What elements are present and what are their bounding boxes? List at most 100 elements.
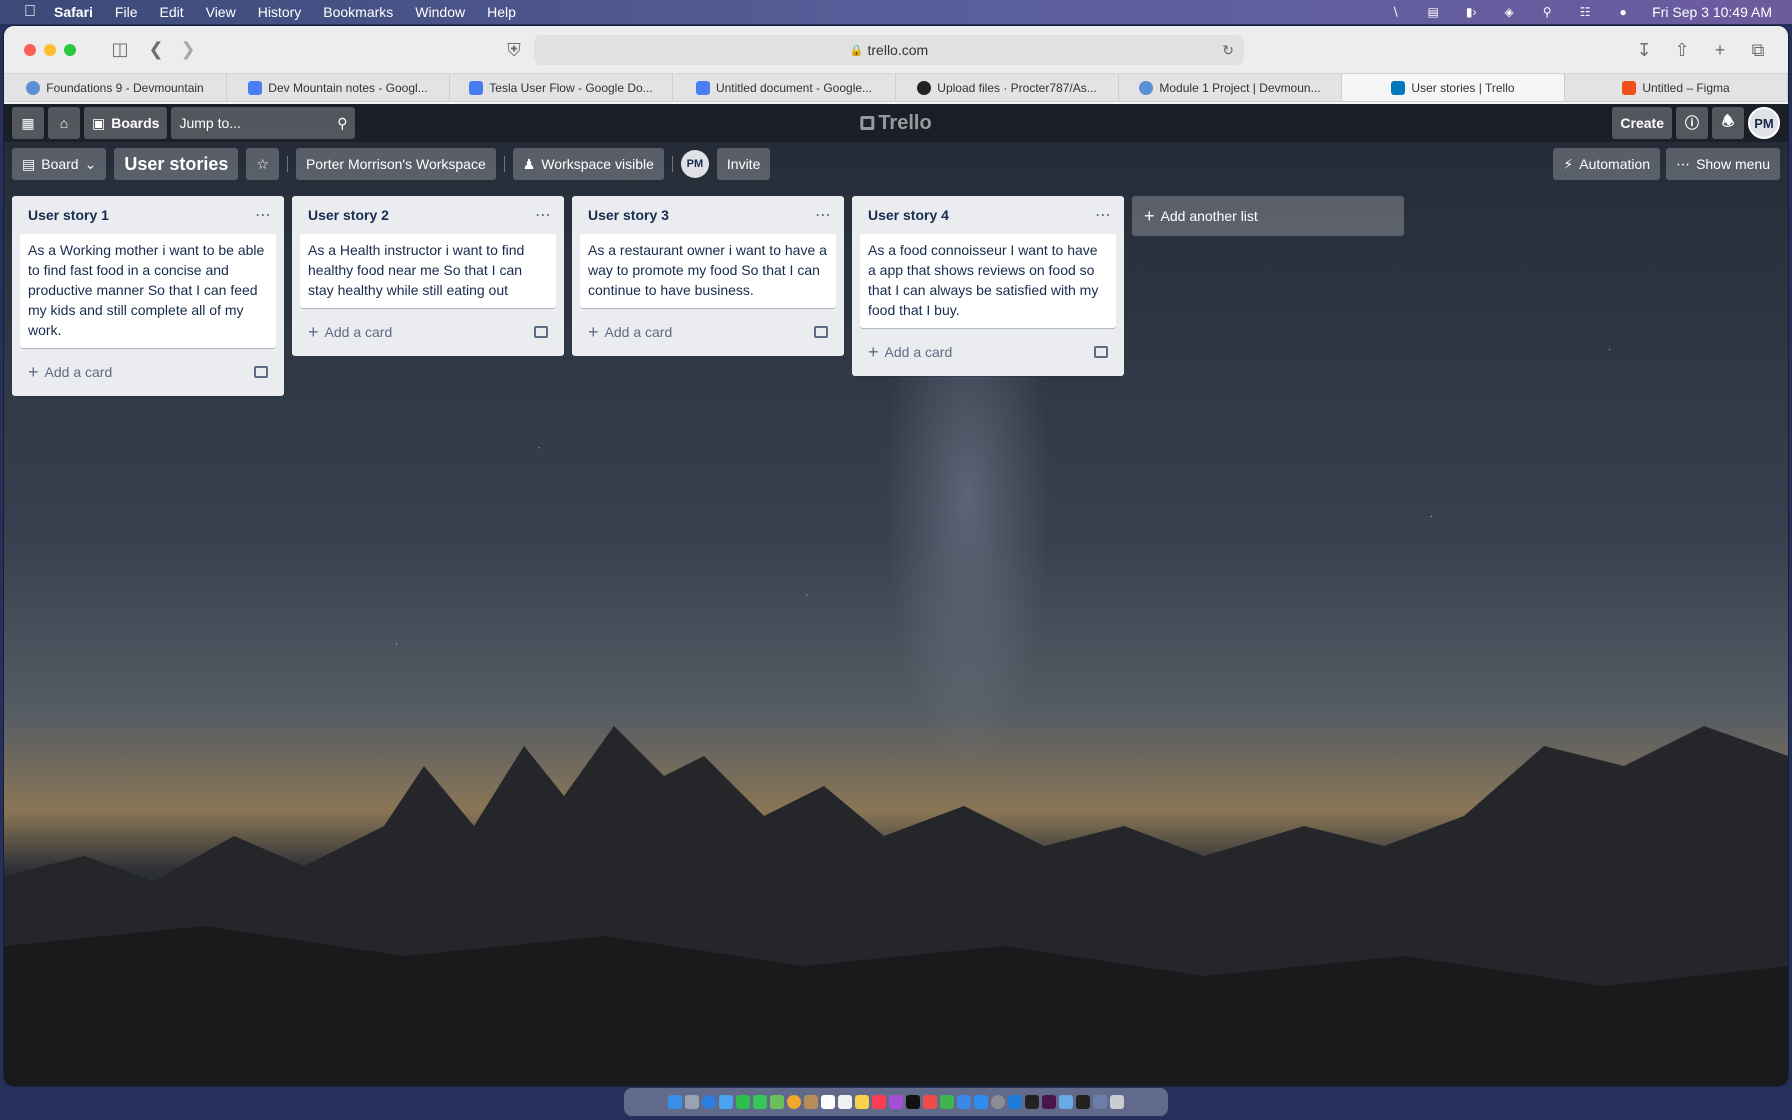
notifications-bell-icon[interactable]: 🕭 (1712, 107, 1744, 139)
list-title[interactable]: User story 1 (28, 207, 109, 223)
contacts-icon[interactable] (804, 1095, 818, 1109)
notes-icon[interactable] (855, 1095, 869, 1109)
terminal-icon[interactable] (1076, 1095, 1090, 1109)
trello-logo[interactable]: Trello (860, 112, 932, 135)
preview-icon[interactable] (1059, 1095, 1073, 1109)
siri-icon[interactable]: ● (1614, 5, 1632, 19)
list-user-story-2[interactable]: User story 2 ⋯ As a Health instructor i w… (292, 196, 564, 356)
invite-button[interactable]: Invite (716, 148, 771, 180)
card[interactable]: As a Working mother i want to be able to… (20, 234, 276, 348)
add-card-button[interactable]: + Add a card (860, 336, 1116, 368)
boards-button[interactable]: ▣ Boards (84, 107, 168, 139)
menu-help[interactable]: Help (487, 4, 516, 20)
menu-history[interactable]: History (258, 4, 302, 20)
control-center-icon[interactable]: ☷ (1576, 5, 1594, 19)
list-menu-dots-icon[interactable]: ⋯ (815, 205, 832, 225)
add-card-button[interactable]: + Add a card (300, 316, 556, 348)
create-button[interactable]: Create (1612, 107, 1672, 139)
close-window-button[interactable] (24, 43, 36, 56)
menu-app-name[interactable]: Safari (54, 4, 93, 20)
keynote-icon[interactable] (957, 1095, 971, 1109)
tab-module-1-project[interactable]: Module 1 Project | Devmoun... (1119, 74, 1342, 101)
card[interactable]: As a food connoisseur I want to have a a… (860, 234, 1116, 328)
home-icon[interactable]: ⌂ (48, 107, 80, 139)
news-icon[interactable] (923, 1095, 937, 1109)
card-template-icon[interactable] (534, 326, 548, 338)
spotlight-search-icon[interactable]: ⚲ (1538, 5, 1556, 19)
maps-icon[interactable] (770, 1095, 784, 1109)
show-menu-button[interactable]: ⋯ Show menu (1666, 148, 1780, 180)
share-icon[interactable]: ⇧ (1668, 36, 1696, 64)
figma-dock-icon[interactable] (1025, 1095, 1039, 1109)
add-another-list-button[interactable]: + Add another list (1132, 196, 1404, 236)
reload-icon[interactable]: ↻ (1222, 42, 1234, 59)
add-card-button[interactable]: + Add a card (20, 356, 276, 388)
finder-icon[interactable] (668, 1095, 682, 1109)
tab-overview-icon[interactable]: ⧉ (1744, 36, 1772, 64)
bluetooth-off-icon[interactable]: ∖ (1386, 5, 1404, 19)
card-template-icon[interactable] (814, 326, 828, 338)
list-menu-dots-icon[interactable]: ⋯ (255, 205, 272, 225)
list-title[interactable]: User story 4 (868, 207, 949, 223)
info-icon[interactable]: ⓘ (1676, 107, 1708, 139)
list-user-story-3[interactable]: User story 3 ⋯ As a restaurant owner i wa… (572, 196, 844, 356)
new-tab-plus-icon[interactable]: + (1706, 36, 1734, 64)
menu-datetime[interactable]: Fri Sep 3 10:49 AM (1652, 4, 1772, 20)
list-menu-dots-icon[interactable]: ⋯ (1095, 205, 1112, 225)
address-bar[interactable]: 🔒 trello.com ↻ (534, 35, 1244, 65)
tab-untitled-figma[interactable]: Untitled – Figma (1565, 74, 1788, 101)
privacy-shield-icon[interactable]: ⛨ (500, 36, 528, 64)
menu-window[interactable]: Window (415, 4, 465, 20)
trash-icon[interactable] (1110, 1095, 1124, 1109)
card-template-icon[interactable] (254, 366, 268, 378)
keyboard-icon[interactable]: ▤ (1424, 5, 1442, 19)
minimize-window-button[interactable] (44, 43, 56, 56)
zoom-window-button[interactable] (64, 43, 76, 56)
calendar-icon[interactable] (821, 1095, 835, 1109)
board-view-switcher[interactable]: ▤ Board ⌄ (12, 148, 107, 180)
card-template-icon[interactable] (1094, 346, 1108, 358)
vscode-icon[interactable] (1008, 1095, 1022, 1109)
menu-edit[interactable]: Edit (159, 4, 183, 20)
reminders-icon[interactable] (838, 1095, 852, 1109)
list-user-story-4[interactable]: User story 4 ⋯ As a food connoisseur I wa… (852, 196, 1124, 376)
visibility-button[interactable]: ♟ Workspace visible (512, 148, 664, 180)
battery-icon[interactable]: ▮› (1462, 5, 1480, 19)
list-title[interactable]: User story 3 (588, 207, 669, 223)
system-preferences-icon[interactable] (991, 1095, 1005, 1109)
apple-menu-icon[interactable]:  (20, 3, 40, 21)
tab-foundations[interactable]: Foundations 9 - Devmountain (4, 74, 227, 101)
back-chevron-icon[interactable]: ❮ (142, 36, 170, 64)
board-member-avatar[interactable]: PM (680, 150, 709, 178)
photos-icon[interactable] (787, 1095, 801, 1109)
messages-icon[interactable] (753, 1095, 767, 1109)
card[interactable]: As a Health instructor i want to find he… (300, 234, 556, 308)
tab-dev-mountain-notes[interactable]: Dev Mountain notes - Googl... (227, 74, 450, 101)
sidebar-toggle-icon[interactable]: ◫ (106, 36, 134, 64)
slack-icon[interactable] (1042, 1095, 1056, 1109)
board-title[interactable]: User stories (114, 148, 239, 180)
app-switcher-grid-icon[interactable]: ▦ (12, 107, 44, 139)
card[interactable]: As a restaurant owner i want to have a w… (580, 234, 836, 308)
menu-file[interactable]: File (115, 4, 138, 20)
list-menu-dots-icon[interactable]: ⋯ (535, 205, 552, 225)
tab-upload-files[interactable]: Upload files · Procter787/As... (896, 74, 1119, 101)
wifi-icon[interactable]: ◈ (1500, 5, 1518, 19)
user-avatar[interactable]: PM (1748, 107, 1780, 139)
list-title[interactable]: User story 2 (308, 207, 389, 223)
menu-view[interactable]: View (206, 4, 236, 20)
tab-untitled-document[interactable]: Untitled document - Google... (673, 74, 896, 101)
podcasts-icon[interactable] (889, 1095, 903, 1109)
tv-icon[interactable] (906, 1095, 920, 1109)
menu-bookmarks[interactable]: Bookmarks (323, 4, 393, 20)
downloads-stack-icon[interactable] (1093, 1095, 1107, 1109)
automation-button[interactable]: ⚡ Automation (1553, 148, 1661, 180)
app-store-icon[interactable] (974, 1095, 988, 1109)
tab-user-stories-trello[interactable]: User stories | Trello (1342, 74, 1565, 101)
add-card-button[interactable]: + Add a card (580, 316, 836, 348)
forward-chevron-icon[interactable]: ❯ (174, 36, 202, 64)
music-icon[interactable] (872, 1095, 886, 1109)
facetime-icon[interactable] (736, 1095, 750, 1109)
mail-icon[interactable] (719, 1095, 733, 1109)
numbers-icon[interactable] (940, 1095, 954, 1109)
